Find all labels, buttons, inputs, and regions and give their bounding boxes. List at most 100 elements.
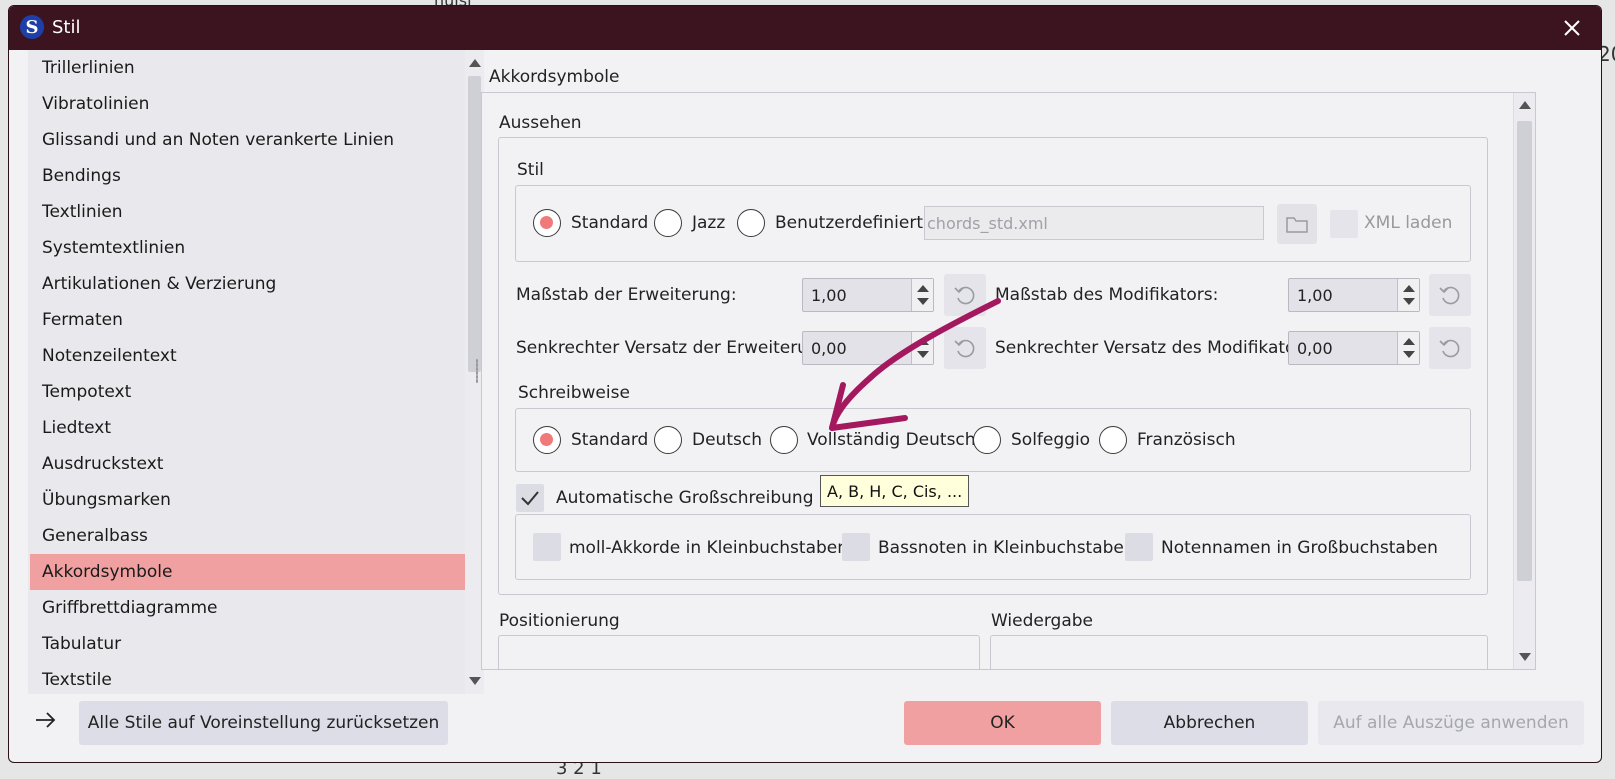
reset-all-styles-button[interactable]: Alle Stile auf Voreinstellung zurücksetz… <box>79 701 448 745</box>
arrow-right-icon <box>36 712 56 728</box>
playback-group <box>990 635 1488 669</box>
spelling-radio-french[interactable] <box>1099 426 1127 454</box>
reset-modifier-offset-button[interactable] <box>1429 327 1471 369</box>
extension-scale-label: Maßstab der Erweiterung: <box>516 285 737 305</box>
spinbox-value: 1,00 <box>811 286 847 305</box>
style-category-list: Trillerlinien Vibratolinien Glissandi und … <box>28 50 484 694</box>
sidebar-item[interactable]: Liedtext <box>28 410 465 446</box>
spelling-option-label: Solfeggio <box>1011 430 1091 450</box>
reset-icon <box>1439 286 1460 305</box>
reset-icon <box>1439 339 1460 358</box>
extension-offset-spinbox[interactable]: 0,00 <box>802 331 934 365</box>
extension-offset-label: Senkrechter Versatz der Erweiterung: <box>516 338 836 358</box>
minor-lowercase-label: moll-Akkorde in Kleinbuchstaben <box>569 538 849 558</box>
splitter-handle[interactable] <box>476 359 478 383</box>
spinbox-arrows[interactable] <box>1397 332 1419 364</box>
extension-scale-spinbox[interactable]: 1,00 <box>802 278 934 312</box>
spelling-tooltip: A, B, H, C, Cis, ... <box>820 475 970 507</box>
settings-scrollbar[interactable] <box>1513 93 1535 669</box>
spinbox-arrows[interactable] <box>911 279 933 311</box>
modifier-offset-spinbox[interactable]: 0,00 <box>1288 331 1420 365</box>
auto-caps-checkbox[interactable] <box>516 484 544 512</box>
bass-lowercase-checkbox[interactable] <box>842 533 870 561</box>
modifier-scale-spinbox[interactable]: 1,00 <box>1288 278 1420 312</box>
reset-icon <box>954 339 975 358</box>
spelling-radio-solfeggio[interactable] <box>973 426 1001 454</box>
modifier-offset-label: Senkrechter Versatz des Modifikators: <box>995 338 1318 358</box>
style-radio-custom[interactable] <box>737 209 765 237</box>
chord-file-field[interactable]: chords_std.xml <box>924 206 1264 240</box>
apply-all-parts-button[interactable]: Auf alle Auszüge anwenden <box>1318 701 1584 745</box>
sidebar-item[interactable]: Übungsmarken <box>28 482 465 518</box>
note-names-caps-checkbox[interactable] <box>1125 533 1153 561</box>
sidebar-item[interactable]: Systemtextlinien <box>28 230 465 266</box>
bass-lowercase-label: Bassnoten in Kleinbuchstaben <box>878 538 1135 558</box>
cancel-button[interactable]: Abbrechen <box>1111 701 1308 745</box>
note-names-caps-label: Notennamen in Großbuchstaben <box>1161 538 1438 558</box>
auto-caps-label: Automatische Großschreibung <box>556 488 814 508</box>
sidebar-item[interactable]: Textstile <box>28 662 465 698</box>
scroll-down-icon[interactable] <box>469 677 481 685</box>
spelling-radio-full-german[interactable] <box>770 426 798 454</box>
close-icon <box>1564 20 1580 36</box>
folder-icon <box>1286 217 1308 233</box>
scroll-up-icon[interactable] <box>1519 101 1531 109</box>
sidebar-item[interactable]: Vibratolinien <box>28 86 465 122</box>
minor-lowercase-checkbox[interactable] <box>533 533 561 561</box>
reset-extension-offset-button[interactable] <box>944 327 986 369</box>
spelling-radio-standard[interactable] <box>533 426 561 454</box>
close-button[interactable] <box>1557 13 1587 43</box>
style-dialog: S Stil Trillerlinien Vibratolinien Glissan… <box>8 5 1602 763</box>
reset-extension-scale-button[interactable] <box>944 274 986 316</box>
style-option-label: Jazz <box>692 213 726 233</box>
window-title: Stil <box>52 17 81 38</box>
load-xml-label: XML laden <box>1364 213 1453 233</box>
load-xml-checkbox[interactable] <box>1330 210 1358 238</box>
reset-arrow-button[interactable] <box>28 705 62 735</box>
title-bar: S Stil <box>9 6 1601 50</box>
spelling-group-label: Schreibweise <box>518 383 630 403</box>
checkmark-icon <box>521 491 539 506</box>
spinbox-arrows[interactable] <box>1397 279 1419 311</box>
sidebar-item[interactable]: Notenzeilentext <box>28 338 465 374</box>
sidebar-item[interactable]: Akkordsymbole <box>30 554 465 590</box>
positioning-group-label: Positionierung <box>499 611 620 631</box>
musescore-app-icon: S <box>20 15 44 39</box>
sidebar-item[interactable]: Ausdruckstext <box>28 446 465 482</box>
sidebar-item[interactable]: Textlinien <box>28 194 465 230</box>
settings-panel: Aussehen Stil Standard Jazz Benutzerdefi… <box>481 92 1536 670</box>
style-option-label: Benutzerdefiniert <box>775 213 923 233</box>
reset-modifier-scale-button[interactable] <box>1429 274 1471 316</box>
style-option-label: Standard <box>571 213 649 233</box>
sidebar-item[interactable]: Generalbass <box>28 518 465 554</box>
style-group-label: Stil <box>517 160 544 180</box>
sidebar-item[interactable]: Tempotext <box>28 374 465 410</box>
sidebar-item[interactable]: Fermaten <box>28 302 465 338</box>
scrollbar-thumb[interactable] <box>468 76 481 372</box>
style-radio-standard[interactable] <box>533 209 561 237</box>
spinbox-value: 0,00 <box>1297 339 1333 358</box>
scroll-up-icon[interactable] <box>469 59 481 67</box>
reset-icon <box>954 286 975 305</box>
appearance-group-label: Aussehen <box>499 113 582 133</box>
style-radio-jazz[interactable] <box>654 209 682 237</box>
spelling-option-label: Deutsch <box>692 430 762 450</box>
spinbox-value: 1,00 <box>1297 286 1333 305</box>
ok-button[interactable]: OK <box>904 701 1101 745</box>
scrollbar-thumb[interactable] <box>1517 121 1532 581</box>
modifier-scale-label: Maßstab des Modifikators: <box>995 285 1219 305</box>
spelling-option-label: Standard <box>571 430 649 450</box>
browse-folder-button[interactable] <box>1277 204 1317 244</box>
spelling-radio-german[interactable] <box>654 426 682 454</box>
sidebar-item[interactable]: Trillerlinien <box>28 50 465 86</box>
sidebar-item[interactable]: Bendings <box>28 158 465 194</box>
spelling-option-label: Vollständig Deutsch <box>807 430 976 450</box>
playback-group-label: Wiedergabe <box>991 611 1094 631</box>
positioning-group <box>498 635 980 669</box>
sidebar-item[interactable]: Griffbrettdiagramme <box>28 590 465 626</box>
scroll-down-icon[interactable] <box>1519 653 1531 661</box>
spinbox-arrows[interactable] <box>911 332 933 364</box>
sidebar-item[interactable]: Glissandi und an Noten verankerte Linien <box>28 122 465 158</box>
sidebar-item[interactable]: Tabulatur <box>28 626 465 662</box>
sidebar-item[interactable]: Artikulationen & Verzierung <box>28 266 465 302</box>
